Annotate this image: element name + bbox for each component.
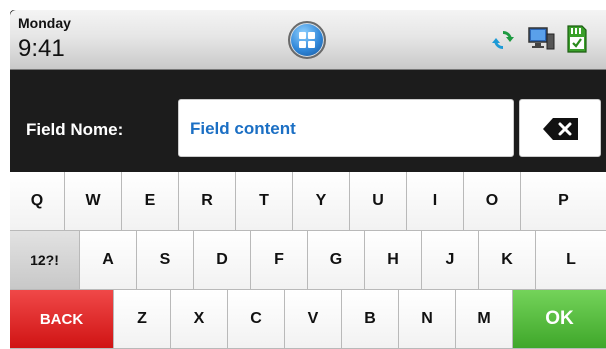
monitor-icon[interactable] bbox=[527, 26, 555, 52]
key-u[interactable]: U bbox=[350, 172, 407, 231]
field-input[interactable]: Field content bbox=[178, 99, 514, 157]
key-symbols[interactable]: 12?! bbox=[10, 231, 80, 290]
keyboard-row-3: BACK Z X C V B N M OK bbox=[10, 290, 606, 349]
key-y[interactable]: Y bbox=[293, 172, 350, 231]
key-s[interactable]: S bbox=[137, 231, 194, 290]
key-i[interactable]: I bbox=[407, 172, 464, 231]
key-b[interactable]: B bbox=[342, 290, 399, 349]
key-m[interactable]: M bbox=[456, 290, 513, 349]
back-key[interactable]: BACK bbox=[10, 290, 114, 349]
home-button[interactable] bbox=[288, 21, 326, 59]
keyboard: Q W E R T Y U I O P 12?! A S D F G H J K… bbox=[10, 172, 606, 349]
key-t[interactable]: T bbox=[236, 172, 293, 231]
sd-card-icon[interactable] bbox=[566, 24, 588, 54]
sync-icon[interactable] bbox=[491, 28, 515, 52]
key-p[interactable]: P bbox=[521, 172, 606, 231]
key-d[interactable]: D bbox=[194, 231, 251, 290]
status-time: 9:41 bbox=[18, 35, 65, 62]
key-g[interactable]: G bbox=[308, 231, 365, 290]
status-day: Monday bbox=[18, 15, 71, 31]
home-icon bbox=[299, 32, 315, 48]
key-j[interactable]: J bbox=[422, 231, 479, 290]
keyboard-row-2: 12?! A S D F G H J K L bbox=[10, 231, 606, 290]
status-bar: Monday 9:41 bbox=[10, 10, 606, 70]
device-screen: Monday 9:41 Field Nome: Field content Q … bbox=[10, 10, 606, 349]
key-c[interactable]: C bbox=[228, 290, 285, 349]
keyboard-row-1: Q W E R T Y U I O P bbox=[10, 172, 606, 231]
backspace-button[interactable] bbox=[519, 99, 601, 157]
key-e[interactable]: E bbox=[122, 172, 179, 231]
key-x[interactable]: X bbox=[171, 290, 228, 349]
key-v[interactable]: V bbox=[285, 290, 342, 349]
field-label: Field Nome: bbox=[26, 120, 124, 139]
ok-key[interactable]: OK bbox=[513, 290, 606, 349]
key-k[interactable]: K bbox=[479, 231, 536, 290]
key-w[interactable]: W bbox=[65, 172, 122, 231]
key-n[interactable]: N bbox=[399, 290, 456, 349]
key-f[interactable]: F bbox=[251, 231, 308, 290]
key-h[interactable]: H bbox=[365, 231, 422, 290]
key-q[interactable]: Q bbox=[10, 172, 65, 231]
backspace-icon bbox=[543, 118, 578, 140]
key-o[interactable]: O bbox=[464, 172, 521, 231]
key-r[interactable]: R bbox=[179, 172, 236, 231]
key-l[interactable]: L bbox=[536, 231, 606, 290]
key-z[interactable]: Z bbox=[114, 290, 171, 349]
key-a[interactable]: A bbox=[80, 231, 137, 290]
